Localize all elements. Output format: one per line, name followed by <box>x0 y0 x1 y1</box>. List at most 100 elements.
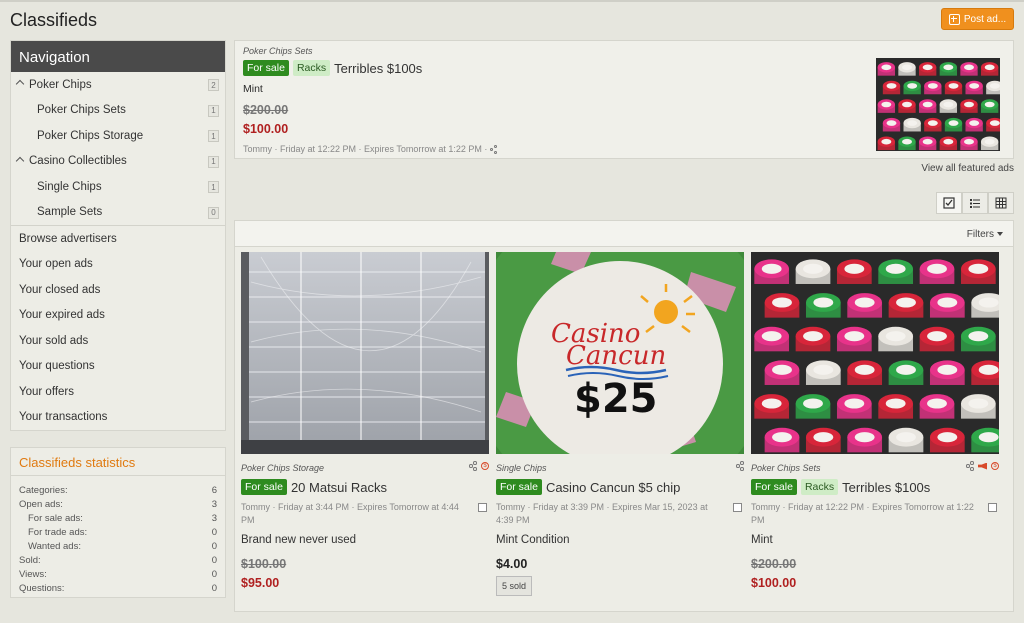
ad-image-chip[interactable]: Casino Cancun $25 <box>496 252 744 454</box>
chip-inlay <box>964 138 974 145</box>
filters-dropdown[interactable]: Filters <box>967 229 1003 240</box>
stat-row: Open ads: 3 <box>19 497 217 511</box>
featured-image[interactable] <box>876 58 1000 151</box>
list-view-button[interactable] <box>962 192 988 214</box>
select-checkbox[interactable] <box>988 503 997 512</box>
chip-inlay <box>902 64 912 71</box>
chip-inlay <box>772 432 792 443</box>
stat-value: 0 <box>211 540 217 552</box>
nav-category-sample-sets[interactable]: Sample Sets 0 <box>11 200 225 226</box>
nav-link-sold-ads[interactable]: Your sold ads <box>11 328 225 354</box>
nav-link-closed-ads[interactable]: Your closed ads <box>11 277 225 303</box>
view-toggle-group <box>936 192 1014 214</box>
ad-title-row: For sale Racks Terribles $100s <box>751 479 930 495</box>
statistics-title[interactable]: Classifieds statistics <box>11 448 225 476</box>
select-checkbox[interactable] <box>733 503 742 512</box>
ad-image-chip-stacks[interactable] <box>751 252 999 454</box>
nav-link-transactions[interactable]: Your transactions <box>11 405 225 431</box>
chevron-up-icon[interactable] <box>15 79 25 89</box>
nav-category-poker-chips-storage[interactable]: Poker Chips Storage 1 <box>11 123 225 149</box>
chip-inlay <box>881 138 892 145</box>
count-badge: 1 <box>208 130 219 142</box>
share-icon[interactable] <box>966 461 974 471</box>
dollar-icon: $ <box>991 462 999 470</box>
nav-link-expired-ads[interactable]: Your expired ads <box>11 303 225 329</box>
chevron-up-icon[interactable] <box>15 156 25 165</box>
ad-card[interactable]: Casino Cancun $25 Single Chips For sale … <box>496 252 744 607</box>
post-ad-button[interactable]: Post ad... <box>941 8 1014 30</box>
chip-stacks-image <box>751 252 999 454</box>
chip-inlay <box>937 297 958 308</box>
ad-meta: Tommy · Friday at 3:44 PM · Expires Tomo… <box>241 502 459 525</box>
page-title: Classifieds <box>10 10 98 30</box>
featured-old-price: $200.00 <box>243 103 289 117</box>
ad-title[interactable]: 20 Matsui Racks <box>291 480 387 495</box>
nav-category-casino-collectibles[interactable]: Casino Collectibles 1 <box>11 149 225 175</box>
chip-inlay <box>885 263 906 274</box>
chip-inlay <box>896 432 916 443</box>
chip-inlay <box>922 101 933 108</box>
ad-price: $95.00 <box>241 576 280 590</box>
nav-category-poker-chips-sets[interactable]: Poker Chips Sets 1 <box>11 98 225 124</box>
ad-category[interactable]: Poker Chips Storage <box>241 463 324 473</box>
table-view-button[interactable] <box>988 192 1014 214</box>
chip-inlay <box>927 331 947 342</box>
racks-tag: Racks <box>800 479 839 495</box>
top-divider <box>0 0 1024 2</box>
chip-inlay <box>968 263 989 274</box>
featured-ad[interactable]: Poker Chips Sets For sale Racks Terrible… <box>234 40 1014 159</box>
chip-inlay <box>968 331 989 342</box>
featured-meta-text: Tommy · Friday at 12:22 PM · Expires Tom… <box>243 144 488 154</box>
chip-inlay <box>922 64 933 71</box>
chip-inlay <box>969 83 980 89</box>
nav-link-open-ads[interactable]: Your open ads <box>11 252 225 278</box>
share-icon[interactable] <box>469 461 477 471</box>
ad-description: Brand new never used <box>241 534 357 546</box>
count-badge: 2 <box>208 79 219 91</box>
chip-inlay <box>989 120 1000 126</box>
share-icon[interactable] <box>736 461 744 471</box>
chip-inlay <box>844 398 865 409</box>
stat-label: For sale ads: <box>28 512 83 524</box>
stat-value: 0 <box>211 569 217 581</box>
ad-card[interactable]: Poker Chips Sets $ For sale Racks Terrib… <box>751 252 999 607</box>
featured-category[interactable]: Poker Chips Sets <box>243 46 313 56</box>
share-icon[interactable] <box>489 144 498 155</box>
for-sale-tag: For sale <box>241 479 287 495</box>
nav-category-label: Poker Chips Storage <box>37 129 144 142</box>
chip-inlay <box>813 432 834 443</box>
ad-image-racks[interactable] <box>241 252 489 454</box>
chip-inlay <box>964 101 974 108</box>
ad-title[interactable]: Casino Cancun $5 chip <box>546 480 680 495</box>
chip-inlay <box>978 297 999 308</box>
chip-inlay <box>902 101 912 108</box>
nav-category-single-chips[interactable]: Single Chips 1 <box>11 174 225 200</box>
stat-row: For sale ads: 3 <box>19 511 217 525</box>
chip-inlay <box>943 64 954 71</box>
stat-value: 3 <box>211 498 217 510</box>
ad-category[interactable]: Poker Chips Sets <box>751 463 821 473</box>
nav-category-poker-chips[interactable]: Poker Chips 2 <box>11 72 225 98</box>
nav-link-offers[interactable]: Your offers <box>11 379 225 405</box>
checkbox-view-icon <box>943 197 955 209</box>
chip-inlay <box>968 398 989 409</box>
plus-icon <box>948 13 960 25</box>
grid-check-view-button[interactable] <box>936 192 962 214</box>
featured-title[interactable]: Terribles $100s <box>334 61 422 76</box>
for-sale-tag: For sale <box>496 479 542 495</box>
ad-title[interactable]: Terribles $100s <box>842 480 930 495</box>
chip-inlay <box>984 138 995 145</box>
ad-card[interactable]: Poker Chips Storage $ For sale 20 Matsui… <box>241 252 489 607</box>
chip-inlay <box>978 364 999 375</box>
nav-link-browse-advertisers[interactable]: Browse advertisers <box>11 226 225 252</box>
chip-inlay <box>907 120 918 126</box>
nav-category-label: Poker Chips <box>29 78 92 91</box>
select-checkbox[interactable] <box>478 503 487 512</box>
navigation-panel: Navigation Poker Chips 2 Poker Chips Set… <box>10 40 226 431</box>
featured-condition: Mint <box>243 83 263 95</box>
stat-row: Wanted ads: 0 <box>19 539 217 553</box>
ad-category[interactable]: Single Chips <box>496 463 547 473</box>
view-all-featured-link[interactable]: View all featured ads <box>921 163 1014 174</box>
ad-meta: Tommy · Friday at 12:22 PM · Expires Tom… <box>751 502 974 525</box>
nav-link-questions[interactable]: Your questions <box>11 354 225 380</box>
